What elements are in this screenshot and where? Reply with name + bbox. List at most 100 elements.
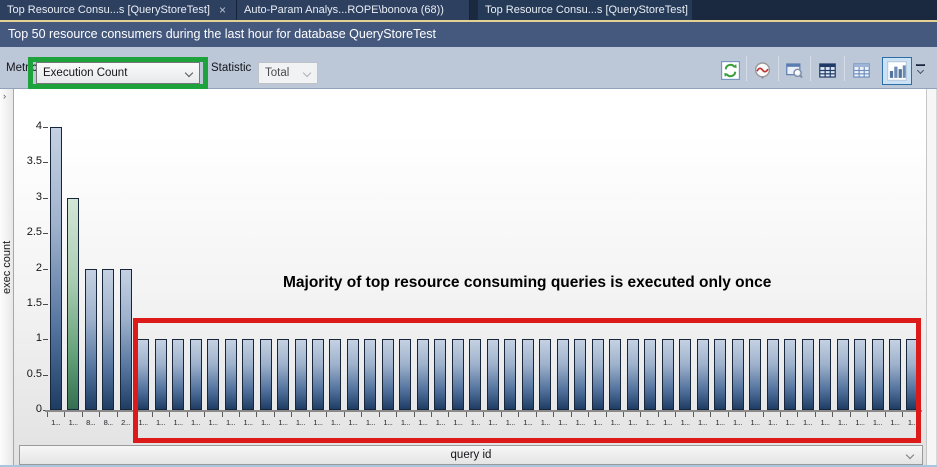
tab-label: Top Resource Consu...s [QueryStoreTest] — [7, 4, 210, 16]
x-tick-mark — [711, 412, 728, 417]
bar[interactable] — [574, 339, 586, 410]
x-tick-label: 8... — [99, 418, 116, 427]
expand-panel-icon[interactable]: › — [3, 91, 6, 102]
bar[interactable] — [522, 339, 534, 410]
bar[interactable] — [382, 339, 394, 410]
bar[interactable] — [889, 339, 901, 410]
bar[interactable] — [627, 339, 639, 410]
x-tick-label: 1... — [344, 418, 361, 427]
x-tick-label: 1... — [449, 418, 466, 427]
bar[interactable] — [312, 339, 324, 410]
bar[interactable] — [347, 339, 359, 410]
bar-selected[interactable] — [67, 198, 79, 410]
grid-view-alt-button[interactable] — [851, 60, 872, 81]
bar[interactable] — [260, 339, 272, 410]
x-tick-label: 1... — [362, 418, 379, 427]
bar[interactable] — [242, 339, 254, 410]
bar[interactable] — [906, 339, 918, 410]
bar-cell — [519, 127, 536, 410]
bar[interactable] — [190, 339, 202, 410]
x-tick-mark — [781, 412, 798, 417]
bar[interactable] — [225, 339, 237, 410]
bar[interactable] — [644, 339, 656, 410]
bar[interactable] — [539, 339, 551, 410]
bar[interactable] — [364, 339, 376, 410]
bar[interactable] — [592, 339, 604, 410]
bar[interactable] — [802, 339, 814, 410]
x-tick-mark — [65, 412, 82, 417]
bar-cell — [711, 127, 728, 410]
x-tick-label: 1... — [397, 418, 414, 427]
x-tick-label: 1... — [781, 418, 798, 427]
bar[interactable] — [714, 339, 726, 410]
bar[interactable] — [504, 339, 516, 410]
close-icon[interactable]: × — [217, 5, 228, 15]
bar[interactable] — [697, 339, 709, 410]
toolbar-overflow-icon[interactable] — [915, 64, 926, 76]
bar[interactable] — [207, 339, 219, 410]
bar-cell — [274, 127, 291, 410]
tab-top-resource-consumers-2[interactable]: Top Resource Consu...s [QueryStoreTest] — [478, 0, 692, 22]
metric-dropdown[interactable]: Execution Count — [36, 62, 200, 84]
tab-top-resource-consumers-1[interactable]: Top Resource Consu...s [QueryStoreTest] … — [0, 0, 237, 22]
bar-cell — [64, 127, 81, 410]
x-tick-mark — [868, 412, 885, 417]
bar[interactable] — [295, 339, 307, 410]
x-tick-mark — [798, 412, 815, 417]
x-tick-label: 1... — [47, 418, 64, 427]
bar[interactable] — [417, 339, 429, 410]
x-tick-label: 1... — [519, 418, 536, 427]
bar[interactable] — [732, 339, 744, 410]
x-tick-label: 1... — [676, 418, 693, 427]
x-tick-mark — [537, 412, 554, 417]
bar[interactable] — [50, 127, 62, 410]
bar[interactable] — [102, 269, 114, 411]
x-tick-label: 1... — [292, 418, 309, 427]
document-tab-bar: Top Resource Consu...s [QueryStoreTest] … — [0, 0, 937, 22]
metric-dropdown-value: Execution Count — [43, 67, 127, 79]
bar-cell — [886, 127, 903, 410]
bar[interactable] — [872, 339, 884, 410]
x-axis-dropdown[interactable]: query id — [19, 445, 923, 465]
bar[interactable] — [837, 339, 849, 410]
chart-view-button[interactable] — [882, 57, 912, 85]
bar[interactable] — [819, 339, 831, 410]
bar[interactable] — [679, 339, 691, 410]
x-tick-label: 1... — [169, 418, 186, 427]
bar[interactable] — [557, 339, 569, 410]
bar[interactable] — [854, 339, 866, 410]
bar-cell — [344, 127, 361, 410]
bar-cell — [641, 127, 658, 410]
bar[interactable] — [784, 339, 796, 410]
page-title: Top 50 resource consumers during the las… — [8, 27, 436, 41]
bar[interactable] — [120, 269, 132, 411]
x-tick-label: 1... — [554, 418, 571, 427]
grid-view-button[interactable] — [817, 60, 838, 81]
bar[interactable] — [749, 339, 761, 410]
x-tick-mark — [240, 412, 257, 417]
bar[interactable] — [609, 339, 621, 410]
bar[interactable] — [277, 339, 289, 410]
bar[interactable] — [452, 339, 464, 410]
bar-cell — [572, 127, 589, 410]
bar[interactable] — [434, 339, 446, 410]
bar[interactable] — [767, 339, 779, 410]
statistic-dropdown[interactable]: Total — [258, 62, 318, 84]
bar[interactable] — [329, 339, 341, 410]
track-query-icon — [753, 61, 772, 80]
track-query-button[interactable] — [752, 60, 773, 81]
bar[interactable] — [469, 339, 481, 410]
x-tick-label: 1... — [869, 418, 886, 427]
bar[interactable] — [172, 339, 184, 410]
bar[interactable] — [487, 339, 499, 410]
y-tick-label: 2.5 — [0, 226, 42, 238]
view-query-text-button[interactable] — [784, 60, 805, 81]
tab-auto-param-analysis[interactable]: Auto-Param Analys...ROPE\bonova (68)) — [237, 0, 470, 22]
bar[interactable] — [662, 339, 674, 410]
bar[interactable] — [85, 269, 97, 411]
bar[interactable] — [399, 339, 411, 410]
refresh-button[interactable] — [720, 60, 741, 81]
bar[interactable] — [155, 339, 167, 410]
bar[interactable] — [137, 339, 149, 410]
x-tick-mark — [415, 412, 432, 417]
